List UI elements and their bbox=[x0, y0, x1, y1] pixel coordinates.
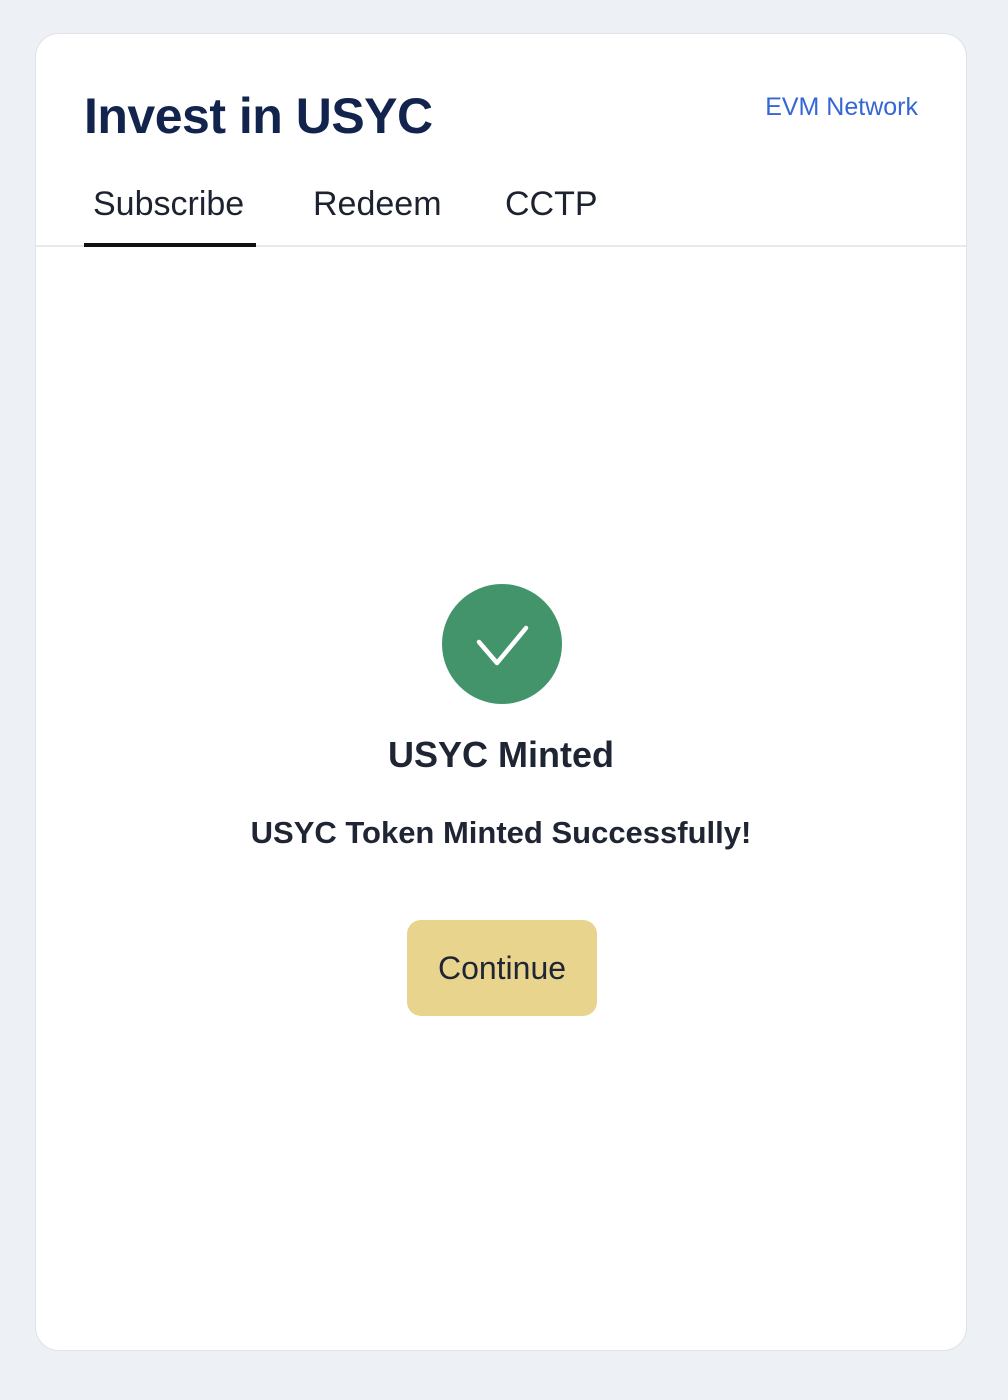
checkmark-icon bbox=[476, 625, 529, 666]
checkmark-circle-icon bbox=[442, 584, 562, 704]
invest-card: Invest in USYC EVM Network Subscribe Red… bbox=[35, 33, 967, 1351]
status-message: USYC Token Minted Successfully! bbox=[250, 815, 752, 850]
continue-button[interactable]: Continue bbox=[407, 920, 597, 1016]
tab-cctp[interactable]: CCTP bbox=[496, 174, 606, 246]
status-title: USYC Minted bbox=[387, 734, 614, 775]
card-header: Invest in USYC EVM Network Subscribe Red… bbox=[36, 34, 966, 247]
tab-subscribe[interactable]: Subscribe bbox=[84, 174, 256, 247]
tab-redeem[interactable]: Redeem bbox=[304, 174, 452, 246]
tabs: Subscribe Redeem CCTP bbox=[84, 174, 606, 247]
evm-network-link[interactable]: EVM Network bbox=[765, 92, 918, 122]
page-title: Invest in USYC bbox=[84, 88, 433, 144]
success-content: USYC Minted USYC Token Minted Successful… bbox=[36, 247, 966, 1350]
